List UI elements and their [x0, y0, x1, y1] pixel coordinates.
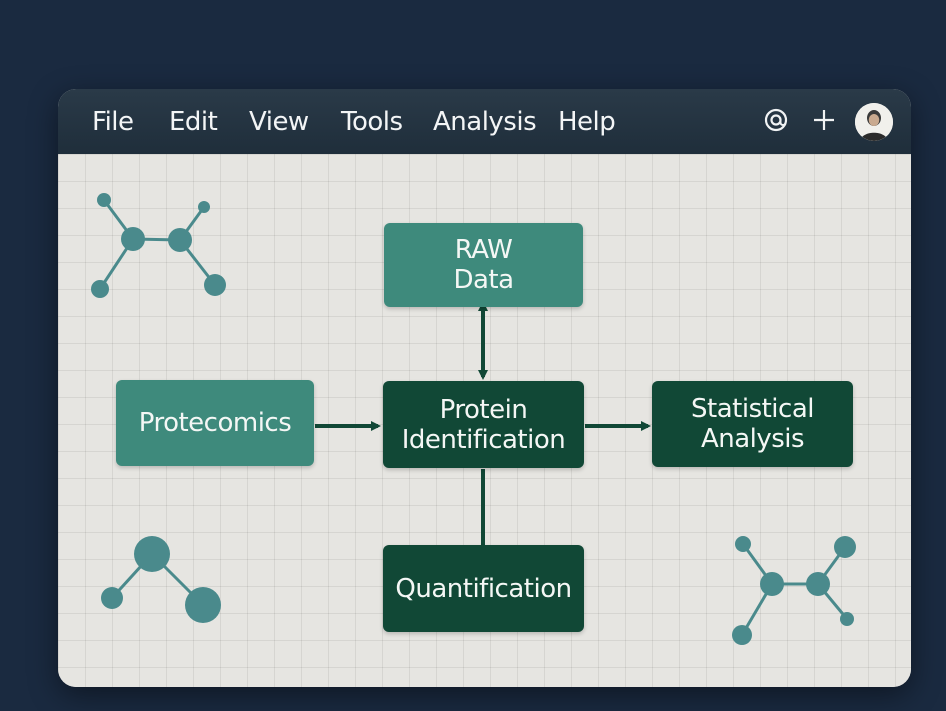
menu-analysis[interactable]: Analysis [433, 107, 537, 137]
menu-file[interactable]: File [92, 107, 134, 137]
node-quantification-label: Quantification [395, 573, 572, 604]
node-protein-identification-line2: Identification [401, 424, 566, 455]
diagram-canvas: RAW Data Protecomics Protein Identificat… [58, 154, 911, 687]
node-statistical-analysis-line1: Statistical [691, 394, 814, 424]
menu-edit[interactable]: Edit [169, 107, 218, 137]
node-quantification[interactable]: Quantification [383, 545, 584, 632]
molecule-icon-bottom-right [732, 536, 856, 645]
plus-icon[interactable] [811, 107, 837, 139]
app-window: File Edit View Tools Analysis Help RAW D… [58, 89, 911, 687]
node-protecomics[interactable]: Protecomics [116, 380, 314, 466]
menu-view[interactable]: View [249, 107, 309, 137]
node-raw-data-line2: Data [453, 265, 514, 295]
menu-bar: File Edit View Tools Analysis Help [58, 89, 911, 154]
node-raw-data-line1: RAW [454, 235, 513, 265]
menu-help[interactable]: Help [558, 107, 616, 137]
node-raw-data[interactable]: RAW Data [384, 223, 583, 307]
node-protein-identification-line1: Protein [439, 394, 528, 425]
node-protein-identification[interactable]: Protein Identification [383, 381, 584, 468]
user-avatar-icon [855, 103, 893, 141]
avatar[interactable] [855, 103, 893, 141]
molecule-icon-top-left [91, 193, 226, 298]
node-statistical-analysis[interactable]: Statistical Analysis [652, 381, 853, 467]
node-statistical-analysis-line2: Analysis [700, 424, 805, 454]
molecule-icon-bottom-left [101, 536, 221, 623]
menu-tools[interactable]: Tools [341, 107, 403, 137]
node-protecomics-label: Protecomics [138, 408, 292, 438]
at-icon[interactable] [763, 107, 789, 139]
